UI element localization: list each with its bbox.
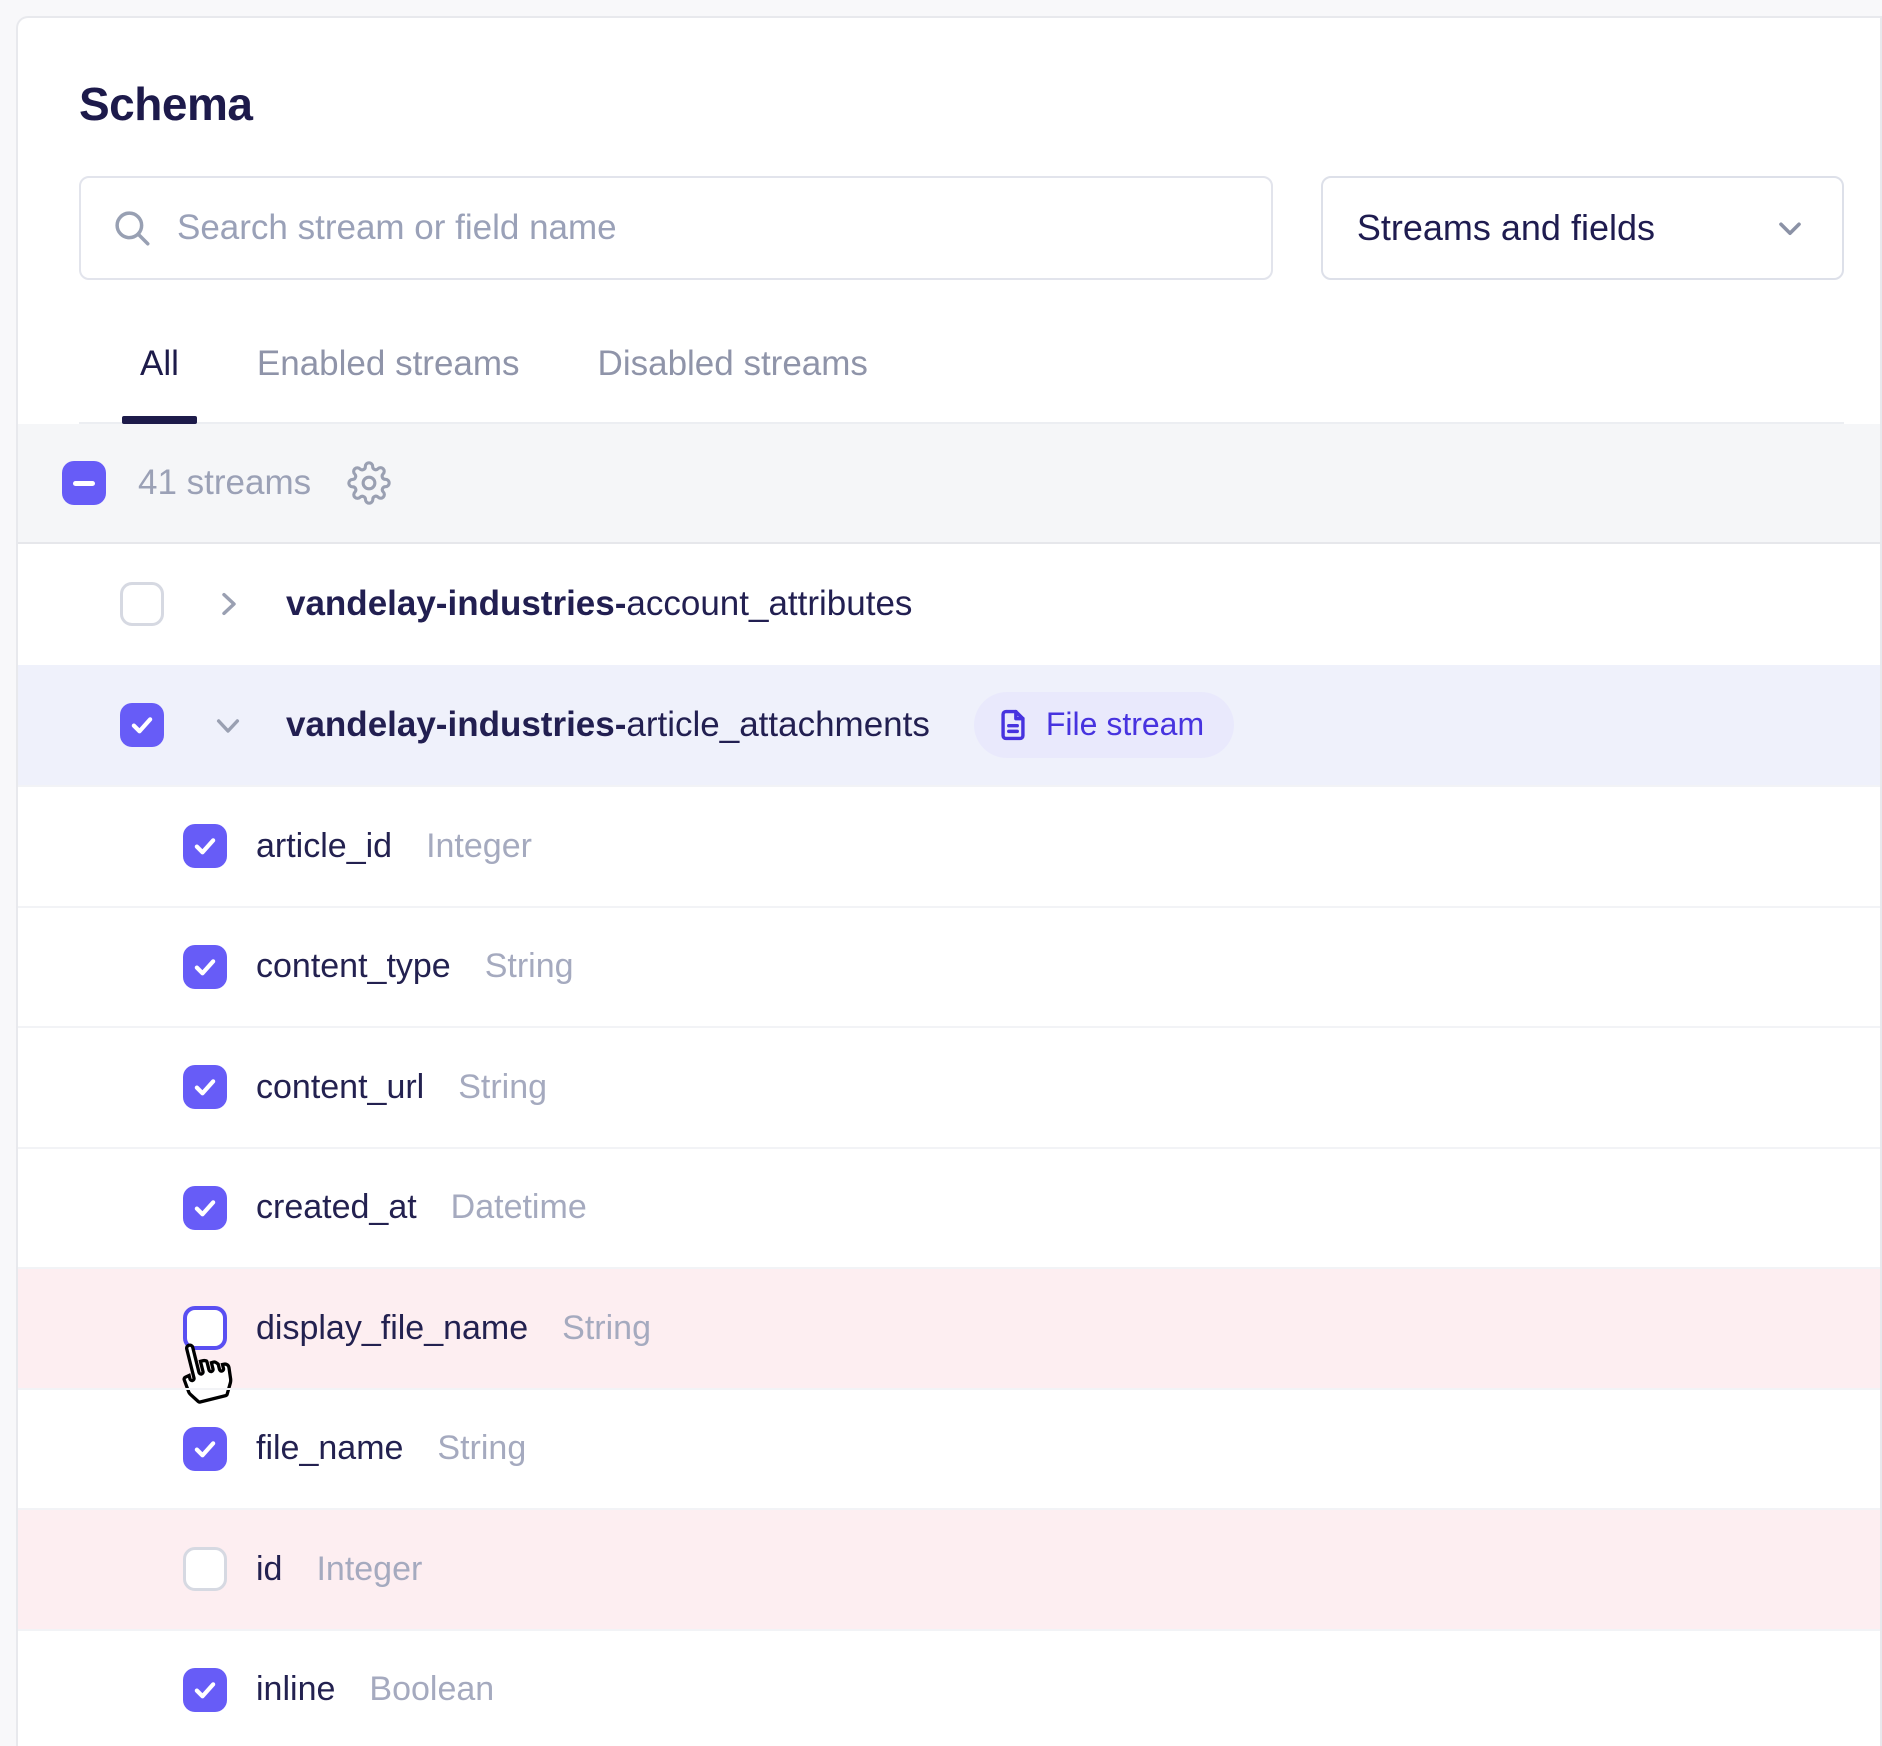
stream-list: vandelay-industries-account_attributes v… [18, 544, 1880, 1746]
field-row-created-at[interactable]: created_at Datetime [18, 1147, 1880, 1268]
filter-dropdown-value: Streams and fields [1357, 207, 1655, 249]
field-checkbox[interactable] [183, 1306, 227, 1350]
field-type: String [562, 1309, 651, 1348]
stream-name-prefix: vandelay-industries- [286, 705, 626, 744]
field-checkbox[interactable] [183, 1427, 227, 1471]
tabs: All Enabled streams Disabled streams [79, 320, 1844, 424]
stream-name: vandelay-industries-article_attachments [286, 705, 930, 745]
chevron-down-icon [1772, 210, 1808, 246]
check-icon [190, 952, 220, 982]
field-type: Integer [316, 1550, 422, 1589]
stream-checkbox[interactable] [120, 703, 164, 747]
field-name: content_type [256, 947, 451, 986]
field-name: display_file_name [256, 1309, 528, 1348]
gear-icon[interactable] [347, 461, 391, 505]
field-name: file_name [256, 1429, 403, 1468]
field-name: article_id [256, 827, 392, 866]
field-name: created_at [256, 1188, 417, 1227]
stream-checkbox[interactable] [120, 582, 164, 626]
tab-disabled-streams[interactable]: Disabled streams [580, 320, 886, 422]
field-type: String [485, 947, 574, 986]
controls-row: Streams and fields [79, 176, 1844, 280]
select-all-checkbox[interactable] [62, 461, 106, 505]
streams-toolbar: 41 streams [18, 424, 1880, 544]
tab-enabled-streams[interactable]: Enabled streams [239, 320, 538, 422]
stream-name-prefix: vandelay-industries- [286, 584, 626, 623]
field-type: Boolean [369, 1670, 494, 1709]
file-stream-badge: File stream [974, 692, 1234, 758]
stream-name: vandelay-industries-account_attributes [286, 584, 912, 624]
schema-header: Schema Streams and fields All Enabled st… [18, 18, 1880, 424]
search-box [79, 176, 1273, 280]
field-checkbox[interactable] [183, 824, 227, 868]
streams-count: 41 streams [138, 463, 311, 503]
file-document-icon [996, 708, 1030, 742]
search-input[interactable] [177, 183, 1271, 273]
stream-name-suffix: article_attachments [626, 705, 929, 744]
page-title: Schema [79, 82, 1844, 127]
check-icon [190, 1675, 220, 1705]
field-type: Datetime [451, 1188, 587, 1227]
check-icon [190, 831, 220, 861]
field-checkbox[interactable] [183, 1547, 227, 1591]
field-checkbox[interactable] [183, 1186, 227, 1230]
stream-row-account-attributes[interactable]: vandelay-industries-account_attributes [18, 544, 1880, 665]
stream-row-article-attachments[interactable]: vandelay-industries-article_attachments … [18, 665, 1880, 786]
check-icon [190, 1434, 220, 1464]
chevron-down-icon[interactable] [212, 709, 244, 741]
field-row-display-file-name[interactable]: display_file_name String [18, 1267, 1880, 1388]
stream-name-suffix: account_attributes [626, 584, 912, 623]
field-row-id[interactable]: id Integer [18, 1508, 1880, 1629]
check-icon [190, 1193, 220, 1223]
field-row-inline[interactable]: inline Boolean [18, 1629, 1880, 1746]
field-checkbox[interactable] [183, 945, 227, 989]
field-row-content-url[interactable]: content_url String [18, 1026, 1880, 1147]
field-name: id [256, 1550, 282, 1589]
field-type: String [458, 1068, 547, 1107]
schema-card: Schema Streams and fields All Enabled st… [16, 16, 1882, 1746]
check-icon [190, 1072, 220, 1102]
field-row-content-type[interactable]: content_type String [18, 906, 1880, 1027]
filter-dropdown[interactable]: Streams and fields [1321, 176, 1844, 280]
tab-all[interactable]: All [122, 320, 197, 422]
field-name: content_url [256, 1068, 424, 1107]
field-type: String [437, 1429, 526, 1468]
file-stream-badge-label: File stream [1046, 706, 1204, 743]
field-row-article-id[interactable]: article_id Integer [18, 785, 1880, 906]
indeterminate-dash-icon [73, 481, 95, 486]
field-name: inline [256, 1670, 335, 1709]
search-icon [111, 207, 153, 249]
field-checkbox[interactable] [183, 1668, 227, 1712]
field-type: Integer [426, 827, 532, 866]
field-row-file-name[interactable]: file_name String [18, 1388, 1880, 1509]
check-icon [127, 710, 157, 740]
field-checkbox[interactable] [183, 1065, 227, 1109]
chevron-right-icon[interactable] [212, 588, 244, 620]
